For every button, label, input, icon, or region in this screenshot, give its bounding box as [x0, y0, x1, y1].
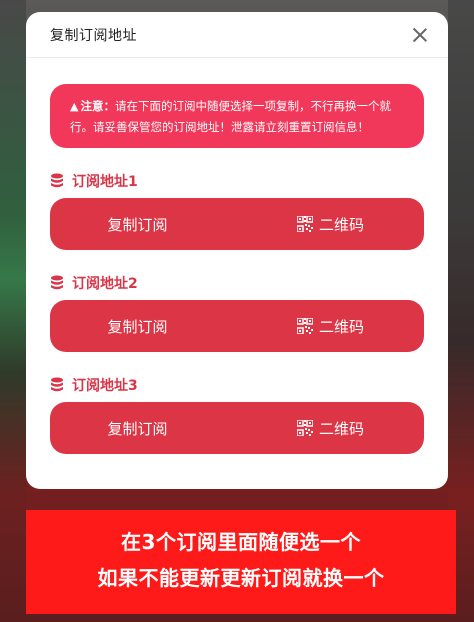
subscription-section-3: 订阅地址3 复制订阅 二维码 — [50, 374, 424, 454]
copy-subscription-button[interactable]: 复制订阅 — [50, 214, 237, 235]
subscription-section-1: 订阅地址1 复制订阅 二维码 — [50, 170, 424, 250]
notice-label: 注意： — [80, 99, 115, 113]
qrcode-button[interactable]: 二维码 — [237, 418, 424, 439]
copy-subscription-button[interactable]: 复制订阅 — [50, 418, 237, 439]
warning-icon: ▲ — [70, 100, 79, 113]
qrcode-label: 二维码 — [318, 317, 364, 336]
qrcode-icon — [296, 318, 313, 334]
section-title: 订阅地址3 — [50, 374, 424, 396]
section-title: 订阅地址2 — [50, 272, 424, 294]
qrcode-button[interactable]: 二维码 — [237, 214, 424, 235]
close-icon[interactable] — [412, 27, 428, 43]
qrcode-label: 二维码 — [318, 419, 364, 438]
subscription-section-2: 订阅地址2 复制订阅 二维码 — [50, 272, 424, 352]
modal-title: 复制订阅地址 — [50, 27, 137, 44]
database-icon — [51, 275, 63, 290]
banner-line-2: 如果不能更新更新订阅就换一个 — [97, 566, 385, 590]
section-title-text: 订阅地址3 — [72, 378, 138, 394]
subscription-modal: 复制订阅地址 ▲ 注意：请在下面的订阅中随便选择一项复制，不行再换一个就行。请妥善… — [26, 12, 448, 489]
instruction-banner: 在3个订阅里面随便选一个 如果不能更新更新订阅就换一个 — [26, 510, 456, 614]
banner-line-1: 在3个订阅里面随便选一个 — [121, 530, 361, 554]
qrcode-label: 二维码 — [318, 215, 364, 234]
copy-subscription-button[interactable]: 复制订阅 — [50, 316, 237, 337]
section-title-text: 订阅地址1 — [72, 174, 138, 190]
section-title-text: 订阅地址2 — [72, 276, 138, 292]
action-bar: 复制订阅 二维码 — [50, 198, 424, 250]
action-bar: 复制订阅 二维码 — [50, 402, 424, 454]
notice-banner: ▲ 注意：请在下面的订阅中随便选择一项复制，不行再换一个就行。请妥善保管您的订阅地… — [50, 84, 424, 148]
notice-text: 请在下面的订阅中随便选择一项复制，不行再换一个就行。请妥善保管您的订阅地址！泄露… — [70, 99, 391, 134]
action-bar: 复制订阅 二维码 — [50, 300, 424, 352]
database-icon — [51, 173, 63, 188]
qrcode-icon — [296, 420, 313, 436]
qrcode-button[interactable]: 二维码 — [237, 316, 424, 337]
background-left — [0, 0, 26, 622]
database-icon — [51, 377, 63, 392]
qrcode-icon — [296, 216, 313, 232]
modal-header: 复制订阅地址 — [26, 12, 448, 58]
section-title: 订阅地址1 — [50, 170, 424, 192]
